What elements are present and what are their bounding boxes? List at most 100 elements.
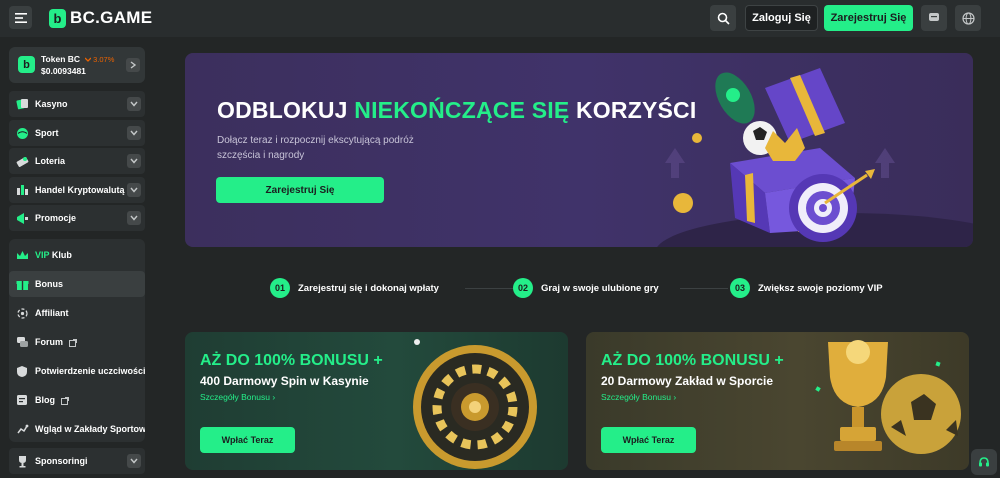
sidebar: b Token BC 3.07% $0.0093481 Kasyno Sport… xyxy=(0,37,157,478)
support-button[interactable] xyxy=(971,449,997,475)
step-2: 02 Graj w swoje ulubione gry xyxy=(513,278,659,298)
roulette-illustration xyxy=(413,339,537,469)
chevron-down-icon[interactable] xyxy=(127,211,141,225)
promo-headline: AŻ DO 100% BONUSU + xyxy=(200,352,383,369)
forum-label: Forum xyxy=(35,337,63,347)
trophy-icon xyxy=(15,454,29,468)
deposit-button[interactable]: Wpłać Teraz xyxy=(200,427,295,453)
chevron-down-icon[interactable] xyxy=(127,97,141,111)
step-3: 03 Zwiększ swoje poziomy VIP xyxy=(730,278,883,298)
step-label: Zwiększ swoje poziomy VIP xyxy=(758,282,883,294)
sidebar-item-label: Kasyno xyxy=(35,99,68,109)
bc-token-icon: b xyxy=(18,56,35,73)
gift-box-illustration xyxy=(657,68,973,247)
cards-icon xyxy=(15,97,29,111)
sidebar-item-affiliant[interactable]: Affiliant xyxy=(9,300,145,326)
step-number: 03 xyxy=(730,278,750,298)
sidebar-item-loteria[interactable]: Loteria xyxy=(9,148,145,174)
sidebar-item-label: Bonus xyxy=(35,279,63,289)
sidebar-item-label: Loteria xyxy=(35,156,66,166)
ticket-icon xyxy=(15,154,29,168)
steps-bar: 01 Zarejestruj się i dokonaj wpłaty 02 G… xyxy=(270,278,910,300)
chevron-right-icon: › xyxy=(272,392,276,402)
hero-title-part: ODBLOKUJ xyxy=(217,97,355,123)
menu-toggle-button[interactable] xyxy=(9,6,32,29)
affiliate-icon xyxy=(15,306,29,320)
hamburger-icon xyxy=(14,12,27,23)
token-price: $0.0093481 xyxy=(41,66,86,76)
blog-icon xyxy=(15,393,29,407)
token-card[interactable]: b Token BC 3.07% $0.0093481 xyxy=(9,47,145,83)
shield-icon xyxy=(15,364,29,378)
register-button[interactable]: Zarejestruj Się xyxy=(824,5,913,31)
sidebar-item-promocje[interactable]: Promocje xyxy=(9,205,145,231)
forum-icon xyxy=(15,335,29,349)
sidebar-item-label: Forum xyxy=(35,337,77,347)
step-divider xyxy=(680,288,728,289)
top-bar: b BC.GAME Zaloguj Się Zarejestruj Się xyxy=(0,0,1000,37)
sport-bonus-card: AŻ DO 100% BONUSU + 20 Darmowy Zakład w … xyxy=(586,332,969,470)
sidebar-item-label: Sponsoringi xyxy=(35,456,88,466)
gift-icon xyxy=(15,277,29,291)
sidebar-item-label: Affiliant xyxy=(35,308,69,318)
language-button[interactable] xyxy=(955,5,981,31)
hero-banner: ODBLOKUJ NIEKOŃCZĄCE SIĘ KORZYŚCI Dołącz… xyxy=(185,53,973,247)
chevron-right-icon xyxy=(130,61,136,69)
token-name: Token BC xyxy=(41,54,81,64)
sidebar-item-label: Promocje xyxy=(35,213,77,223)
search-icon xyxy=(717,12,730,25)
trophy-ball-illustration xyxy=(815,340,961,454)
insight-icon xyxy=(15,422,29,436)
sidebar-item-vip[interactable]: VIP Klub xyxy=(9,242,145,268)
sidebar-item-kasyno[interactable]: Kasyno xyxy=(9,91,145,117)
token-expand-button[interactable] xyxy=(126,58,140,72)
step-1: 01 Zarejestruj się i dokonaj wpłaty xyxy=(270,278,439,298)
login-button[interactable]: Zaloguj Się xyxy=(745,5,818,31)
bonus-details-link[interactable]: Szczegóły Bonusu › xyxy=(200,392,275,402)
bonus-details-link[interactable]: Szczegóły Bonusu › xyxy=(601,392,676,402)
crown-icon xyxy=(15,248,29,262)
ball-icon xyxy=(15,126,29,140)
globe-icon xyxy=(961,11,975,25)
sidebar-item-bonus[interactable]: Bonus xyxy=(9,271,145,297)
hero-subtitle: Dołącz teraz i rozpocznij ekscytującą po… xyxy=(217,135,414,161)
token-change-value: 3.07% xyxy=(93,55,115,64)
sidebar-item-insight[interactable]: Wgląd w Zakłady Sportowe xyxy=(9,416,145,442)
sidebar-item-sport[interactable]: Sport xyxy=(9,120,145,146)
deposit-button[interactable]: Wpłać Teraz xyxy=(601,427,696,453)
sidebar-item-label: Potwierdzenie uczciwości xyxy=(35,366,146,376)
chevron-down-icon[interactable] xyxy=(127,154,141,168)
promo-subline: 400 Darmowy Spin w Kasynie xyxy=(200,374,369,388)
megaphone-icon xyxy=(15,211,29,225)
hero-register-button[interactable]: Zarejestruj Się xyxy=(216,177,384,203)
external-link-icon xyxy=(68,338,77,347)
sidebar-item-sponsoringi[interactable]: Sponsoringi xyxy=(9,448,145,474)
sidebar-item-label: Sport xyxy=(35,128,59,138)
brand-logo[interactable]: b BC.GAME xyxy=(49,8,152,28)
search-button[interactable] xyxy=(710,5,736,31)
bonus-details-label: Szczegóły Bonusu xyxy=(601,392,671,402)
chat-button[interactable] xyxy=(921,5,947,31)
chevron-down-icon[interactable] xyxy=(127,183,141,197)
chart-icon xyxy=(15,183,29,197)
logo-icon: b xyxy=(49,8,66,28)
brand-name: BC.GAME xyxy=(70,8,153,27)
sidebar-group: VIP Klub Bonus Affiliant Forum Potwierdz… xyxy=(9,239,146,442)
step-number: 02 xyxy=(513,278,533,298)
hero-title-highlight: NIEKOŃCZĄCE SIĘ xyxy=(354,97,570,123)
sidebar-item-handel[interactable]: Handel Kryptowalutą xyxy=(9,177,145,203)
blog-label: Blog xyxy=(35,395,55,405)
step-label: Graj w swoje ulubione gry xyxy=(541,282,659,294)
step-number: 01 xyxy=(270,278,290,298)
trend-down-icon xyxy=(84,57,92,62)
chat-icon xyxy=(929,13,939,21)
chevron-down-icon[interactable] xyxy=(127,126,141,140)
sidebar-item-fairness[interactable]: Potwierdzenie uczciwości xyxy=(9,358,146,384)
sidebar-item-forum[interactable]: Forum xyxy=(9,329,145,355)
sidebar-item-blog[interactable]: Blog xyxy=(9,387,145,413)
chevron-down-icon[interactable] xyxy=(127,454,141,468)
sidebar-item-label: VIP Klub xyxy=(35,250,72,260)
vip-suffix: Klub xyxy=(49,250,72,260)
step-divider xyxy=(465,288,520,289)
sidebar-item-label: Handel Kryptowalutą xyxy=(35,185,125,195)
